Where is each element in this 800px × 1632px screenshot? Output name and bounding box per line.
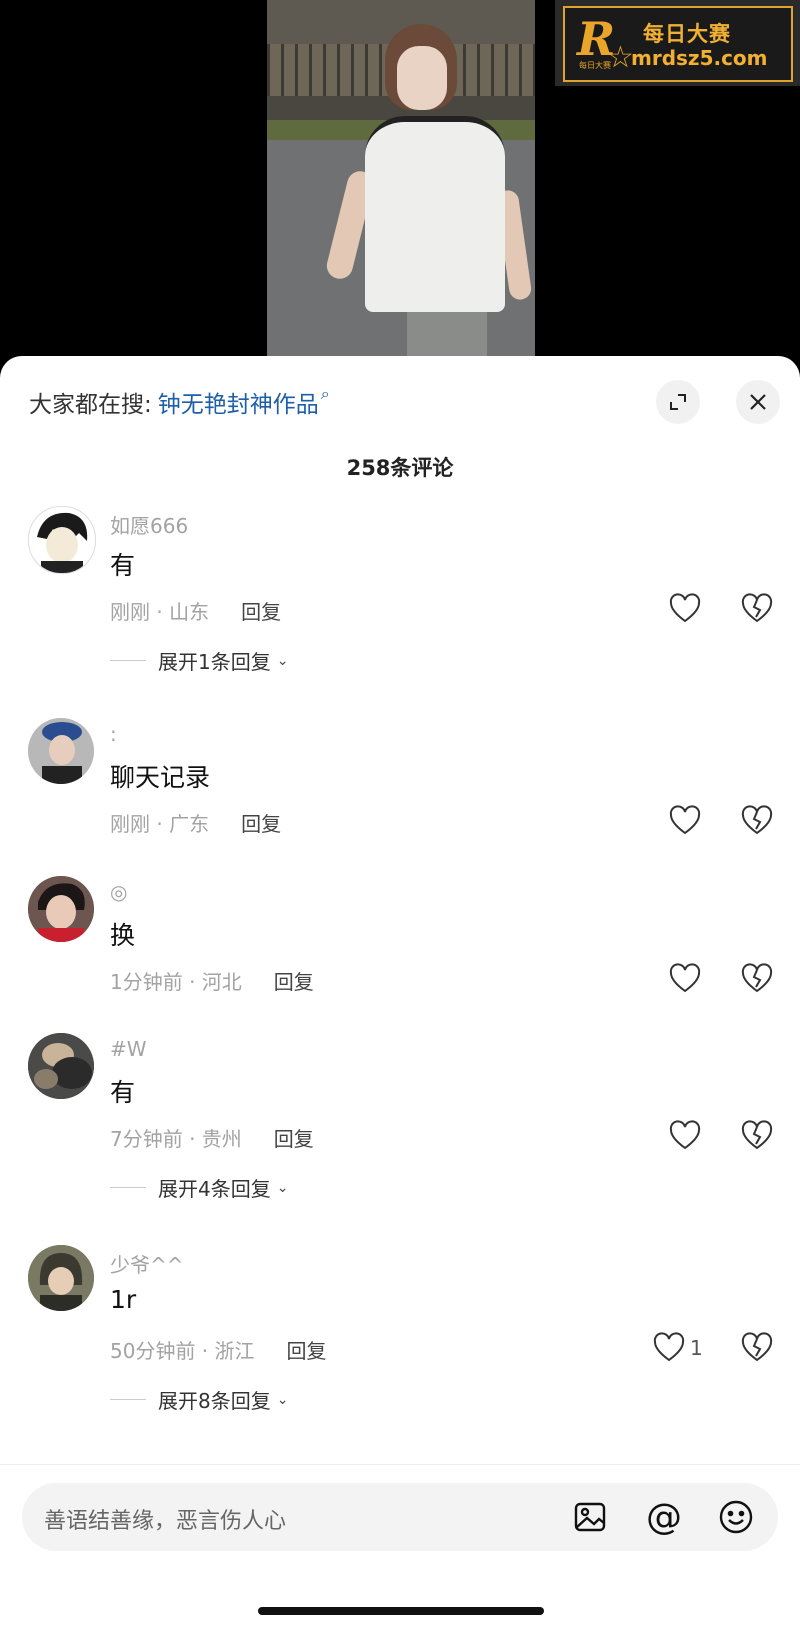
comment-meta: 7分钟前 · 贵州 回复 [110, 1123, 314, 1152]
video-frame [267, 0, 535, 360]
comment-time-location: 刚刚 · 广东 [110, 812, 210, 836]
avatar[interactable] [28, 718, 94, 784]
comment-meta: 50分钟前 · 浙江 回复 [110, 1335, 327, 1364]
comment-input-placeholder: 善语结善缘，恶言伤人心 [44, 1509, 287, 1534]
search-suggestion-term[interactable]: 钟无艳封神作品 [158, 385, 319, 419]
search-icon: ⌕ [320, 384, 330, 403]
close-icon [750, 394, 766, 410]
avatar[interactable] [28, 1033, 94, 1099]
heart-icon [669, 805, 701, 835]
divider [110, 1187, 146, 1188]
divider [110, 1399, 146, 1400]
comments-sheet: 大家都在搜: 钟无艳封神作品 ⌕ 258条评论 如愿666 有 刚刚 · 山东 … [0, 356, 800, 1632]
expand-replies-label: 展开4条回复 [158, 1177, 271, 1201]
watermark-url: mrdsz5.com [631, 46, 768, 70]
comment-username[interactable]: #W [110, 1037, 147, 1061]
reply-button[interactable]: 回复 [241, 596, 281, 625]
watermark-title: 每日大赛 [643, 22, 731, 46]
comment-meta: 1分钟前 · 河北 回复 [110, 966, 314, 995]
comment-text: 有 [110, 1078, 136, 1107]
reply-button[interactable]: 回复 [274, 966, 314, 995]
comment-text: 有 [110, 551, 136, 580]
like-count: 1 [690, 1336, 703, 1360]
figure-face [397, 46, 447, 110]
comment-count: 258条评论 [346, 456, 454, 480]
comment-composer: 善语结善缘，恶言伤人心 @ [0, 1464, 800, 1632]
like-button[interactable] [668, 962, 706, 996]
chevron-down-icon: ⌄ [276, 652, 289, 669]
image-icon [574, 1502, 606, 1532]
broken-heart-icon[interactable] [740, 1331, 774, 1365]
at-icon: @ [646, 1496, 682, 1538]
like-button[interactable]: 1 [652, 1331, 703, 1365]
like-button[interactable] [668, 1119, 706, 1153]
watermark: R ☆ 每日大赛 每日大赛 mrdsz5.com [555, 0, 800, 86]
avatar[interactable] [28, 1245, 94, 1311]
comment-meta: 刚刚 · 山东 回复 [110, 596, 281, 625]
video-player[interactable]: R ☆ 每日大赛 每日大赛 mrdsz5.com [0, 0, 800, 360]
figure-shirt [365, 116, 505, 312]
comment-username[interactable]: 少爷^^ [110, 1249, 184, 1278]
comment-username[interactable]: ◎ [110, 880, 127, 904]
search-suggestion-prefix: 大家都在搜: [29, 392, 152, 418]
heart-icon [669, 963, 701, 993]
comment-meta: 刚刚 · 广东 回复 [110, 808, 281, 837]
heart-icon [669, 593, 701, 623]
broken-heart-icon[interactable] [740, 1119, 774, 1153]
heart-icon [653, 1332, 685, 1362]
expand-icon [670, 394, 686, 410]
comment-time-location: 1分钟前 · 河北 [110, 970, 242, 994]
comment-time-location: 7分钟前 · 贵州 [110, 1127, 242, 1151]
expand-replies-label: 展开8条回复 [158, 1389, 271, 1413]
expand-replies-button[interactable]: 展开8条回复 ⌄ [110, 1385, 288, 1414]
comment-time-location: 刚刚 · 山东 [110, 600, 210, 624]
expand-replies-label: 展开1条回复 [158, 650, 271, 674]
watermark-frame: R ☆ 每日大赛 每日大赛 mrdsz5.com [563, 6, 793, 82]
image-picker-button[interactable] [570, 1497, 610, 1537]
chevron-down-icon: ⌄ [276, 1179, 289, 1196]
expand-replies-button[interactable]: 展开4条回复 ⌄ [110, 1173, 288, 1202]
broken-heart-icon[interactable] [740, 592, 774, 626]
expand-replies-button[interactable]: 展开1条回复 ⌄ [110, 646, 288, 675]
broken-heart-icon[interactable] [740, 962, 774, 996]
emoji-icon [719, 1500, 753, 1534]
search-suggestion[interactable]: 大家都在搜: 钟无艳封神作品 ⌕ [29, 382, 330, 422]
watermark-logo-caption: 每日大赛 [579, 61, 611, 70]
mention-button[interactable]: @ [644, 1496, 684, 1538]
divider [110, 660, 146, 661]
close-button[interactable] [736, 380, 780, 424]
comment-text: 换 [110, 921, 136, 950]
expand-button[interactable] [656, 380, 700, 424]
chevron-down-icon: ⌄ [276, 1391, 289, 1408]
comment-username[interactable]: : [110, 722, 117, 746]
avatar[interactable] [28, 506, 96, 574]
comment-input[interactable]: 善语结善缘，恶言伤人心 @ [22, 1483, 778, 1551]
reply-button[interactable]: 回复 [287, 1335, 327, 1364]
broken-heart-icon[interactable] [740, 804, 774, 838]
reply-button[interactable]: 回复 [241, 808, 281, 837]
comment-text: 聊天记录 [110, 763, 211, 792]
home-indicator [258, 1607, 544, 1615]
reply-button[interactable]: 回复 [274, 1123, 314, 1152]
comment-text: 1r [110, 1285, 137, 1314]
like-button[interactable] [668, 592, 706, 626]
star-icon: ☆ [607, 40, 634, 75]
comment-username[interactable]: 如愿666 [110, 510, 188, 539]
comment-time-location: 50分钟前 · 浙江 [110, 1339, 255, 1363]
avatar[interactable] [28, 876, 94, 942]
heart-icon [669, 1120, 701, 1150]
like-button[interactable] [668, 804, 706, 838]
emoji-button[interactable] [716, 1497, 756, 1537]
